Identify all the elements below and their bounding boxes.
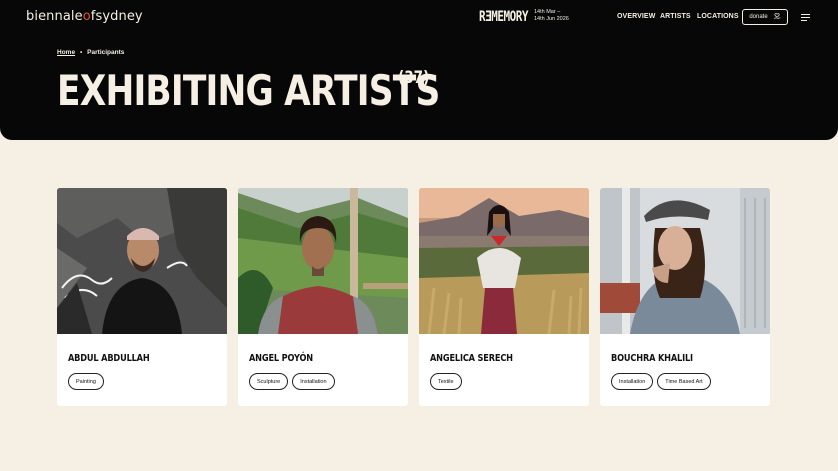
breadcrumb: Home • Participants [57, 49, 124, 56]
donate-label: donate [749, 14, 768, 20]
edition-date-start: 14th Mar – [533, 9, 561, 15]
tag-sculpture[interactable]: Sculpture [249, 373, 289, 390]
artist-count: (37) [398, 68, 430, 88]
hand-heart-icon [773, 12, 781, 22]
breadcrumb-separator: • [80, 49, 83, 56]
logo-text-o: o [82, 9, 91, 24]
artist-name: Abdul Abdullah [68, 353, 150, 364]
logo-text-2: fsydney [90, 9, 143, 24]
tag-painting[interactable]: Painting [68, 373, 104, 390]
artist-photo [419, 188, 589, 334]
nav-overview[interactable]: Overview [617, 13, 655, 20]
artist-card[interactable]: Angelica Serech Textile [419, 188, 589, 406]
artist-name: Angel Poyón [249, 353, 313, 364]
nav-locations[interactable]: Locations [697, 13, 739, 20]
nav-artists[interactable]: Artists [660, 13, 691, 20]
artist-photo [600, 188, 770, 334]
page-title: EXHIBITING ARTISTS [57, 66, 440, 115]
artist-name: Bouchra Khalili [611, 353, 693, 364]
artist-tags: Installation Time Based Art [611, 373, 711, 390]
rememory-wordmark: RƎMEMORY [479, 7, 528, 25]
artist-card[interactable]: Angel Poyón Sculpture Installation [238, 188, 408, 406]
hamburger-menu-icon[interactable] [801, 14, 810, 21]
artist-tags: Textile [430, 373, 462, 390]
artist-tags: Painting [68, 373, 104, 390]
artist-card[interactable]: Abdul Abdullah Painting [57, 188, 227, 406]
breadcrumb-home[interactable]: Home [57, 49, 75, 56]
artist-photo [238, 188, 408, 334]
edition-date-end: 14th Jun 2026 [533, 16, 569, 22]
tag-installation[interactable]: Installation [611, 373, 654, 390]
page-title-block: EXHIBITING ARTISTS (37) [57, 64, 523, 118]
artist-tags: Sculpture Installation [249, 373, 335, 390]
breadcrumb-current: Participants [87, 49, 125, 56]
donate-button[interactable]: donate [742, 9, 788, 25]
logo-text-1: biennale [26, 9, 83, 24]
artist-card[interactable]: Bouchra Khalili Installation Time Based … [600, 188, 770, 406]
tag-textile[interactable]: Textile [430, 373, 462, 390]
edition-dates: 14th Mar – 14th Jun 2026 [534, 9, 569, 23]
site-logo[interactable]: biennaleofsydney [26, 9, 143, 24]
artist-name: Angelica Serech [430, 353, 513, 364]
rememory-edition-logo[interactable]: RƎMEMORY 14th Mar – 14th Jun 2026 [479, 7, 569, 25]
site-header: biennaleofsydney RƎMEMORY 14th Mar – 14t… [0, 0, 838, 140]
artist-photo [57, 188, 227, 334]
tag-time-based-art[interactable]: Time Based Art [657, 373, 711, 390]
tag-installation[interactable]: Installation [292, 373, 335, 390]
